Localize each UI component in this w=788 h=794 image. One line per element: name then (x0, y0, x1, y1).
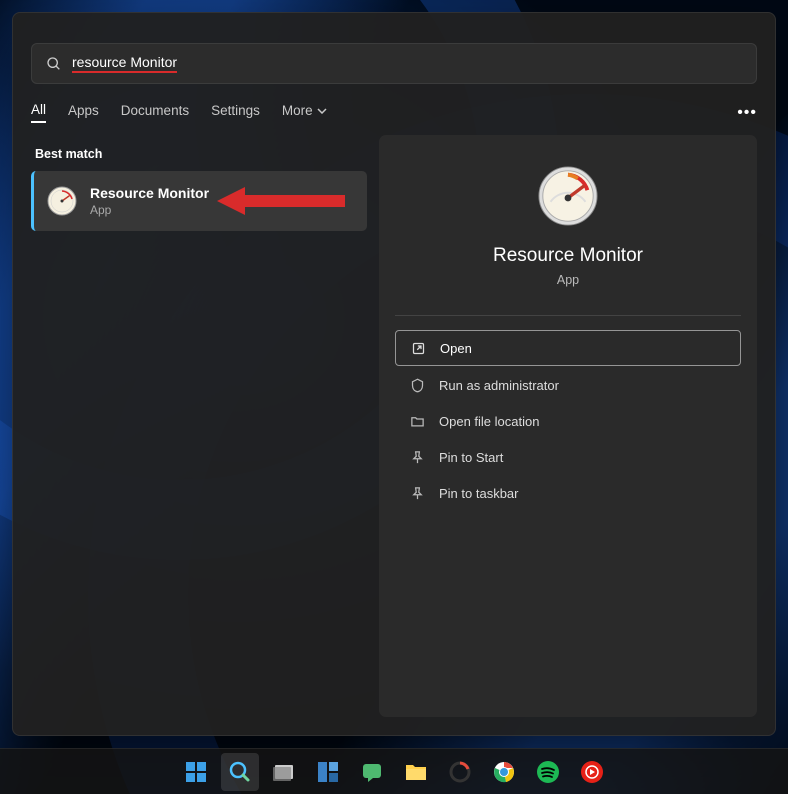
resource-monitor-icon-large (537, 165, 599, 227)
search-icon (46, 56, 62, 72)
preview-panel: Resource Monitor App Open (379, 135, 757, 717)
result-item-resource-monitor[interactable]: Resource Monitor App (31, 171, 367, 231)
action-label: Open (440, 341, 472, 356)
action-open[interactable]: Open (395, 330, 741, 366)
result-title: Resource Monitor (90, 185, 209, 201)
action-label: Run as administrator (439, 378, 559, 393)
spotify-icon (536, 760, 560, 784)
open-icon (410, 340, 426, 356)
action-pin-taskbar[interactable]: Pin to taskbar (395, 476, 741, 510)
section-label-best-match: Best match (31, 135, 367, 171)
taskbar-youtube-music-button[interactable] (573, 753, 611, 791)
resource-monitor-icon (46, 185, 78, 217)
more-options-button[interactable]: ••• (737, 104, 757, 122)
folder-icon (404, 760, 428, 784)
action-label: Open file location (439, 414, 539, 429)
taskbar-widgets-button[interactable] (309, 753, 347, 791)
action-pin-start[interactable]: Pin to Start (395, 440, 741, 474)
search-input[interactable]: resource Monitor (31, 43, 757, 84)
youtube-music-icon (580, 760, 604, 784)
taskbar (0, 748, 788, 794)
filter-tabs: All Apps Documents Settings More ••• (13, 102, 775, 135)
divider (395, 315, 741, 316)
taskbar-spotify-button[interactable] (529, 753, 567, 791)
taskbar-search-button[interactable] (221, 753, 259, 791)
taskbar-chrome-button[interactable] (485, 753, 523, 791)
results-list: Best match Resource Monitor App (31, 135, 367, 717)
chrome-icon (492, 760, 516, 784)
tab-settings[interactable]: Settings (211, 103, 260, 122)
search-query-text: resource Monitor (72, 54, 177, 73)
tab-documents[interactable]: Documents (121, 103, 189, 122)
chat-icon (360, 760, 384, 784)
taskbar-start-button[interactable] (177, 753, 215, 791)
pin-icon (409, 449, 425, 465)
taskbar-chat-button[interactable] (353, 753, 391, 791)
task-view-icon (272, 760, 296, 784)
folder-icon (409, 413, 425, 429)
taskbar-app-button[interactable] (441, 753, 479, 791)
action-label: Pin to Start (439, 450, 503, 465)
action-run-admin[interactable]: Run as administrator (395, 368, 741, 402)
tab-apps[interactable]: Apps (68, 103, 99, 122)
search-icon (228, 760, 252, 784)
action-label: Pin to taskbar (439, 486, 519, 501)
taskbar-task-view-button[interactable] (265, 753, 303, 791)
tab-all[interactable]: All (31, 102, 46, 123)
action-open-location[interactable]: Open file location (395, 404, 741, 438)
action-list: Open Run as administrator (395, 330, 741, 510)
annotation-arrow (217, 181, 347, 221)
windows-icon (184, 760, 208, 784)
circle-icon (448, 760, 472, 784)
result-subtitle: App (90, 203, 209, 217)
taskbar-file-explorer-button[interactable] (397, 753, 435, 791)
pin-icon (409, 485, 425, 501)
start-search-panel: resource Monitor All Apps Documents Sett… (12, 12, 776, 736)
widgets-icon (316, 760, 340, 784)
shield-icon (409, 377, 425, 393)
preview-subtitle: App (557, 273, 579, 287)
tab-more[interactable]: More (282, 103, 327, 122)
chevron-down-icon (317, 108, 327, 114)
preview-title: Resource Monitor (493, 245, 643, 267)
